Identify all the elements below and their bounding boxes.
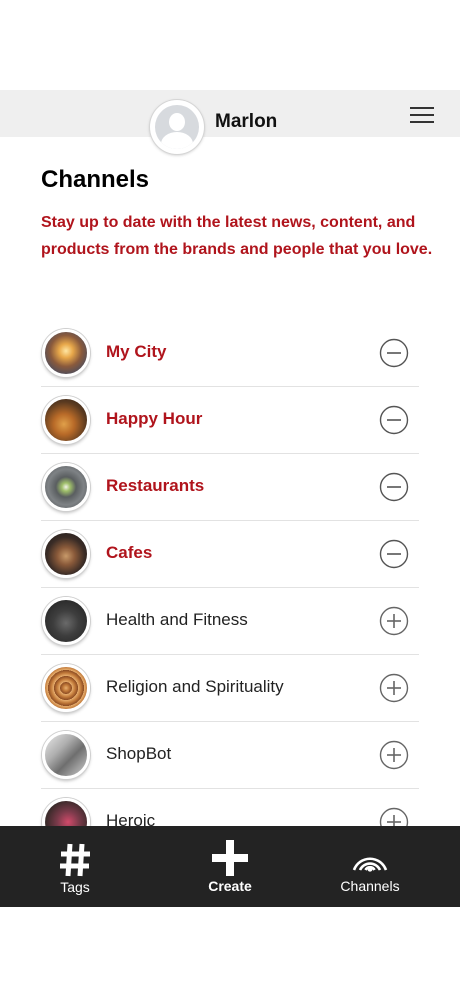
tab-tags-label: Tags xyxy=(60,879,90,895)
plus-circle-icon[interactable] xyxy=(379,673,409,703)
tab-create[interactable]: Create xyxy=(180,826,280,907)
channel-row-religion-and-spirituality[interactable]: Religion and Spirituality xyxy=(41,655,419,722)
channel-thumbnail xyxy=(42,329,90,377)
hamburger-menu-icon[interactable] xyxy=(408,104,436,126)
default-user-icon xyxy=(155,105,199,149)
minus-circle-icon[interactable] xyxy=(379,338,409,368)
channel-thumbnail xyxy=(42,798,90,826)
channel-thumbnail xyxy=(42,664,90,712)
tab-tags[interactable]: Tags xyxy=(25,826,125,907)
plus-icon xyxy=(212,840,248,876)
channel-name: Religion and Spirituality xyxy=(106,677,284,696)
channel-name: Health and Fitness xyxy=(106,610,248,629)
channel-name: My City xyxy=(106,342,167,361)
channel-name: Heroic xyxy=(106,811,156,826)
plus-circle-icon[interactable] xyxy=(379,807,409,826)
channel-name: ShopBot xyxy=(106,744,172,763)
channel-thumbnail xyxy=(42,463,90,511)
channel-name: Happy Hour xyxy=(106,409,203,428)
user-avatar[interactable] xyxy=(150,100,204,154)
channel-row-happy-hour[interactable]: Happy Hour xyxy=(41,387,419,454)
bottom-tab-bar: Tags Create Channels xyxy=(0,826,460,907)
channel-name: Cafes xyxy=(106,543,153,562)
minus-circle-icon[interactable] xyxy=(379,539,409,569)
hashtag-icon xyxy=(60,843,90,877)
channel-row-heroic[interactable]: Heroic xyxy=(41,789,419,826)
intro-text: Stay up to date with the latest news, co… xyxy=(41,214,433,258)
user-name: Marlon xyxy=(215,111,278,132)
channel-list: My City Happy Hour Restaurants Cafes Hea… xyxy=(0,320,460,826)
tab-channels-label: Channels xyxy=(340,878,400,894)
minus-circle-icon[interactable] xyxy=(379,405,409,435)
channel-thumbnail xyxy=(42,396,90,444)
broadcast-icon xyxy=(352,857,388,872)
channel-row-restaurants[interactable]: Restaurants xyxy=(41,454,419,521)
channel-row-cafes[interactable]: Cafes xyxy=(41,521,419,588)
channel-thumbnail xyxy=(42,597,90,645)
page-title: Channels xyxy=(41,166,150,193)
channel-name: Restaurants xyxy=(106,476,205,495)
channel-thumbnail xyxy=(42,530,90,578)
minus-circle-icon[interactable] xyxy=(379,472,409,502)
tab-create-label: Create xyxy=(208,878,252,894)
channel-thumbnail xyxy=(42,731,90,779)
channel-row-my-city[interactable]: My City xyxy=(41,320,419,387)
plus-circle-icon[interactable] xyxy=(379,740,409,770)
channel-row-health-and-fitness[interactable]: Health and Fitness xyxy=(41,588,419,655)
tab-channels[interactable]: Channels xyxy=(320,826,420,907)
plus-circle-icon[interactable] xyxy=(379,606,409,636)
channel-row-shopbot[interactable]: ShopBot xyxy=(41,722,419,789)
